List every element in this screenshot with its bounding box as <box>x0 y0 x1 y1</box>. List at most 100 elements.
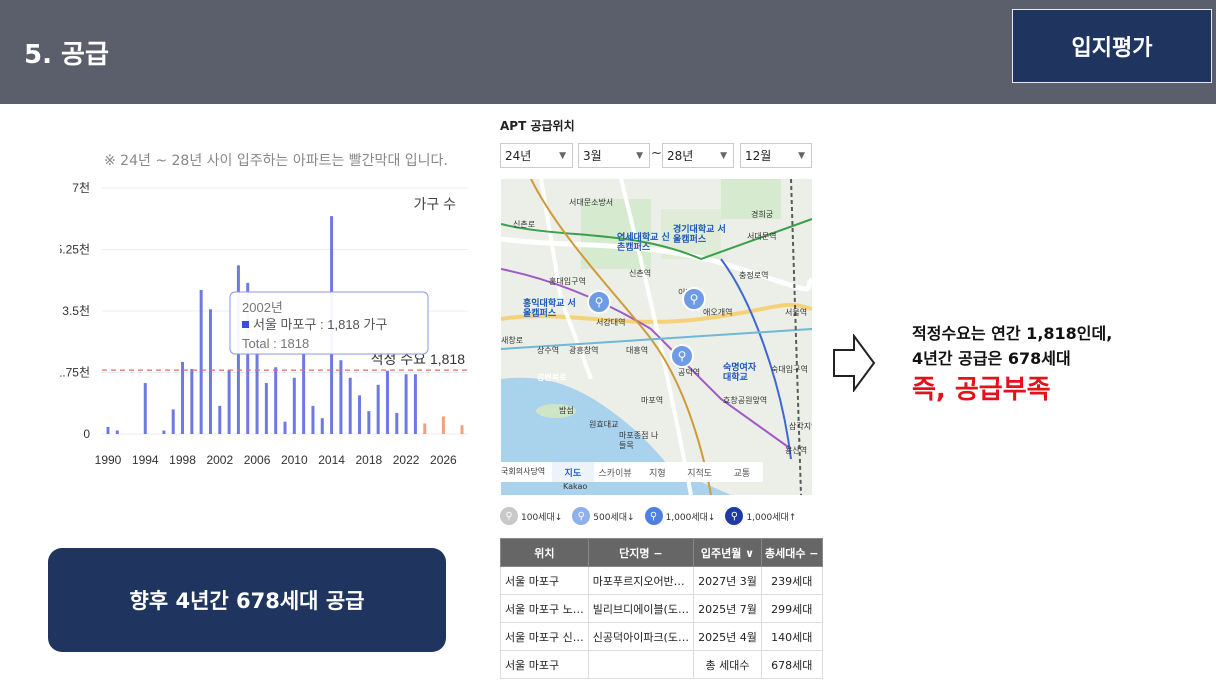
y-tick-label: 0 <box>83 427 90 441</box>
bar-2018 <box>367 411 371 434</box>
tooltip-year: 2002년 <box>242 300 283 315</box>
x-tick-label: 1990 <box>95 453 122 467</box>
start-month-select[interactable]: 3월 ▼ <box>578 143 650 168</box>
map-label: 광흥창역 <box>569 346 599 355</box>
end-year-select[interactable]: 28년 ▼ <box>662 143 734 168</box>
cell-location: 서울 마포구 <box>500 650 589 679</box>
column-header-move-in[interactable]: 입주년월 ∨ <box>692 538 762 567</box>
range-tilde: ~ <box>651 146 662 161</box>
bar-2012 <box>311 405 315 434</box>
conclusion-line-2: 4년간 공급은 678세대 <box>912 349 1071 368</box>
y-tick-label: 1.75천 <box>60 365 90 380</box>
bar-2008 <box>274 367 278 434</box>
table-row[interactable]: 서울 마포구 마포푸르지오어반… 2027년 3월 239세대 <box>500 566 823 595</box>
tooltip-series: 서울 마포구 : 1,818 가구 <box>253 317 387 332</box>
summary-button[interactable]: 향후 4년간 678세대 공급 <box>48 548 446 652</box>
supply-table: 위치 단지명 − 입주년월 ∨ 총세대수 − 서울 마포구 마포푸르지오어반… … <box>500 538 823 679</box>
header-bar: 5. 공급 입지평가 <box>0 0 1216 104</box>
bar-2021 <box>395 412 399 434</box>
table-row[interactable]: 서울 마포구 신… 신공덕아이파크(도… 2025년 4월 140세대 <box>500 622 823 651</box>
column-header-location[interactable]: 위치 <box>500 538 589 567</box>
bar-1997 <box>171 409 175 434</box>
bar-2020 <box>385 370 389 434</box>
map-label: 충정로역 <box>739 271 769 280</box>
map-pin-icon[interactable]: ⚲ <box>587 290 611 314</box>
end-month-select[interactable]: 12월 ▼ <box>740 143 812 168</box>
map-label: 신촌로 <box>513 220 536 229</box>
x-tick-label: 2002 <box>206 453 233 467</box>
legend-label: 1,000세대↑ <box>746 512 797 523</box>
map-label: 서강대역 <box>596 318 626 327</box>
bar-1998 <box>181 361 185 434</box>
dropdown-arrow-icon: ▼ <box>720 150 727 161</box>
conclusion-line-1: 적정수요는 연간 1,818인데, <box>912 324 1113 343</box>
map-label: 마포종점 나들목 <box>619 431 659 450</box>
map-label: 서대문역 <box>747 232 777 241</box>
cell-units: 239세대 <box>760 566 823 595</box>
table-header-row: 위치 단지명 − 입주년월 ∨ 총세대수 − <box>500 538 823 567</box>
bar-2028 <box>460 425 464 434</box>
map-label: 대흥역 <box>626 346 649 355</box>
cell-total-units: 678세대 <box>760 650 823 679</box>
map-label: 홍대입구역 <box>549 277 586 286</box>
cell-complex: 신공덕아이파크(도… <box>587 622 694 651</box>
map-tab-skyview[interactable]: 스카이뷰 <box>594 462 636 482</box>
bar-2000 <box>199 289 203 434</box>
map-tab-map[interactable]: 지도 <box>551 462 594 482</box>
x-tick-label: 2010 <box>281 453 308 467</box>
bar-2009 <box>283 421 287 434</box>
cell-units: 140세대 <box>760 622 823 651</box>
section-title: 5. 공급 <box>24 40 109 70</box>
map-tab-traffic[interactable]: 교통 <box>721 462 763 482</box>
bar-2026 <box>441 416 445 434</box>
bar-1990 <box>106 426 110 434</box>
start-year-select[interactable]: 24년 ▼ <box>500 143 573 168</box>
table-row[interactable]: 서울 마포구 노… 빌리브디에이블(도… 2025년 7월 299세대 <box>500 594 823 623</box>
map-label: 원효대교 <box>589 420 619 429</box>
map-attribution: Kakao <box>563 482 588 491</box>
bar-2015 <box>339 360 343 434</box>
map-tab-cadastral[interactable]: 지적도 <box>679 462 721 482</box>
chart-legend-label: 가구 수 <box>413 196 456 212</box>
supply-map[interactable]: 서대문소방서 연세대학교 신촌캠퍼스 경기대학교 서울캠퍼스 홍대입구역 신촌역… <box>501 179 812 495</box>
bar-2002 <box>218 405 222 434</box>
map-tab-terrain[interactable]: 지형 <box>636 462 678 482</box>
end-year-value: 28년 <box>667 149 694 163</box>
x-tick-label: 2026 <box>430 453 457 467</box>
column-header-units[interactable]: 총세대수 − <box>760 538 823 567</box>
map-pin-icon[interactable]: ⚲ <box>682 287 706 311</box>
dropdown-arrow-icon: ▼ <box>798 150 805 161</box>
map-label: 삼각지역 <box>789 422 812 431</box>
cell-location: 서울 마포구 노… <box>500 594 589 623</box>
map-label: 신촌역 <box>629 269 652 278</box>
map-label: 서대문소방서 <box>569 198 614 207</box>
legend-item: ⚲ 500세대↓ <box>572 507 635 525</box>
bar-2024 <box>423 423 427 434</box>
map-label: 국회의사당역 <box>501 467 546 476</box>
pin-legend: ⚲ 100세대↓ ⚲ 500세대↓ ⚲ 1,000세대↓ ⚲ 1,000세대↑ <box>500 507 796 525</box>
pin-lightblue-icon: ⚲ <box>572 507 591 525</box>
cell-complex: 빌리브디에이블(도… <box>587 594 694 623</box>
x-tick-label: 1998 <box>169 453 196 467</box>
cell-complex: 마포푸르지오어반… <box>587 566 694 595</box>
map-label: 연세대학교 신촌캠퍼스 <box>617 233 670 253</box>
map-label: 용산역 <box>785 446 808 455</box>
x-tick-label: 2014 <box>318 453 345 467</box>
map-label: 마포역 <box>641 396 664 405</box>
map-pin-icon[interactable]: ⚲ <box>670 344 694 368</box>
cell-total-label: 총 세대수 <box>692 650 762 679</box>
legend-label: 1,000세대↓ <box>665 512 716 523</box>
x-tick-label: 2022 <box>393 453 420 467</box>
bar-1994 <box>143 383 147 434</box>
location-evaluation-button[interactable]: 입지평가 <box>1012 9 1212 83</box>
map-label: 새창로 <box>501 336 524 345</box>
bar-2019 <box>376 384 380 434</box>
cell-move-in: 2027년 3월 <box>692 566 762 595</box>
apt-supply-title: APT 공급위치 <box>500 119 575 133</box>
bar-1991 <box>115 430 119 434</box>
bar-2013 <box>320 418 324 434</box>
y-tick-label: 7천 <box>72 180 90 195</box>
column-header-complex[interactable]: 단지명 − <box>587 538 694 567</box>
map-label: 애오개역 <box>703 308 733 317</box>
cell-complex <box>587 650 694 679</box>
